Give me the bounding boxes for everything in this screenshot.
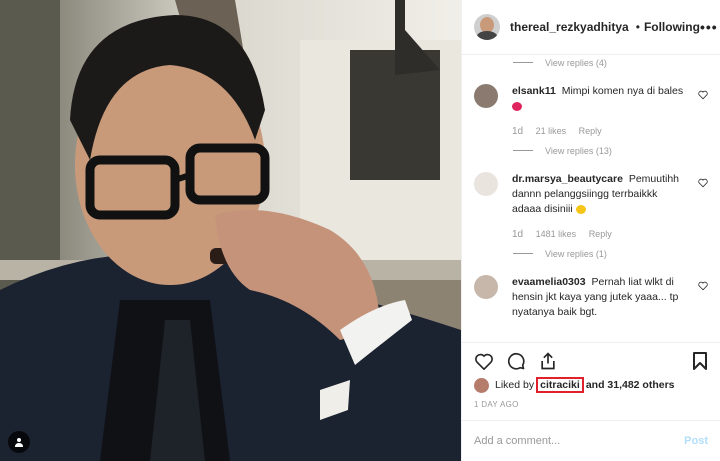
commenter-avatar[interactable]: [474, 84, 498, 108]
bookmark-icon[interactable]: [692, 351, 708, 371]
add-comment-bar: Post: [462, 420, 720, 461]
comment-text: Mimpi komen nya di bales: [561, 85, 684, 97]
post-header: thereal_rezkyadhitya • Following •••: [462, 0, 720, 55]
person-tag-button[interactable]: [8, 431, 30, 453]
post-timestamp[interactable]: 1 DAY AGO: [474, 400, 519, 409]
post-comment-button[interactable]: Post: [684, 435, 708, 447]
post-side-panel: thereal_rezkyadhitya • Following ••• Vie…: [461, 0, 720, 461]
commenter-avatar[interactable]: [474, 275, 498, 299]
view-replies-link[interactable]: View replies (13): [474, 143, 708, 158]
view-replies-link[interactable]: View replies (1): [474, 246, 708, 261]
liker-avatar[interactable]: [474, 377, 489, 393]
comment-like-heart-icon[interactable]: [698, 281, 708, 291]
add-comment-input[interactable]: [474, 435, 685, 447]
comment-likes[interactable]: 1481 likes: [536, 229, 577, 239]
following-button[interactable]: Following: [644, 20, 700, 34]
like-heart-icon[interactable]: [474, 352, 494, 370]
comment-like-heart-icon[interactable]: [698, 90, 708, 100]
commenter-avatar[interactable]: [474, 172, 498, 196]
person-tag-icon: [15, 438, 23, 447]
header-separator: •: [635, 20, 640, 34]
comment-age: 1d: [512, 126, 524, 137]
reply-button[interactable]: Reply: [589, 229, 612, 239]
likes-count[interactable]: and 31,482 others: [586, 379, 675, 391]
reply-button[interactable]: Reply: [579, 126, 602, 136]
comment-bubble-icon[interactable]: [506, 351, 526, 371]
post-photo-image: [0, 0, 461, 461]
comment-item: elsank11 Mimpi komen nya di bales 1d 21 …: [474, 84, 708, 139]
likes-prefix: Liked by: [495, 379, 535, 391]
commenter-username[interactable]: evaamelia0303: [512, 276, 586, 288]
smile-emoji-icon: [575, 204, 586, 214]
more-options-icon[interactable]: •••: [700, 19, 718, 35]
comment-likes[interactable]: 21 likes: [536, 126, 567, 136]
author-username[interactable]: thereal_rezkyadhitya: [510, 20, 629, 34]
commenter-username[interactable]: dr.marsya_beautycare: [512, 173, 623, 185]
comment-like-heart-icon[interactable]: [698, 178, 708, 188]
share-icon[interactable]: [538, 351, 558, 371]
post-actions-bar: [462, 342, 720, 378]
liker-username[interactable]: citraciki: [536, 377, 584, 393]
comment-item: evaamelia0303 Pernah liat wlkt di hensin…: [474, 275, 708, 320]
post-photo[interactable]: [0, 0, 461, 461]
likes-summary: Liked by citraciki and 31,482 others: [474, 376, 708, 394]
comment-age: 1d: [512, 229, 524, 240]
comments-list[interactable]: View replies (4) elsank11 Mimpi komen ny…: [462, 55, 720, 342]
author-avatar[interactable]: [474, 14, 500, 40]
commenter-username[interactable]: elsank11: [512, 85, 556, 97]
view-replies-link[interactable]: View replies (4): [474, 55, 708, 70]
comment-item: dr.marsya_beautycare Pemuutihh dannn pel…: [474, 172, 708, 242]
heart-eyes-emoji-icon: [512, 101, 522, 111]
